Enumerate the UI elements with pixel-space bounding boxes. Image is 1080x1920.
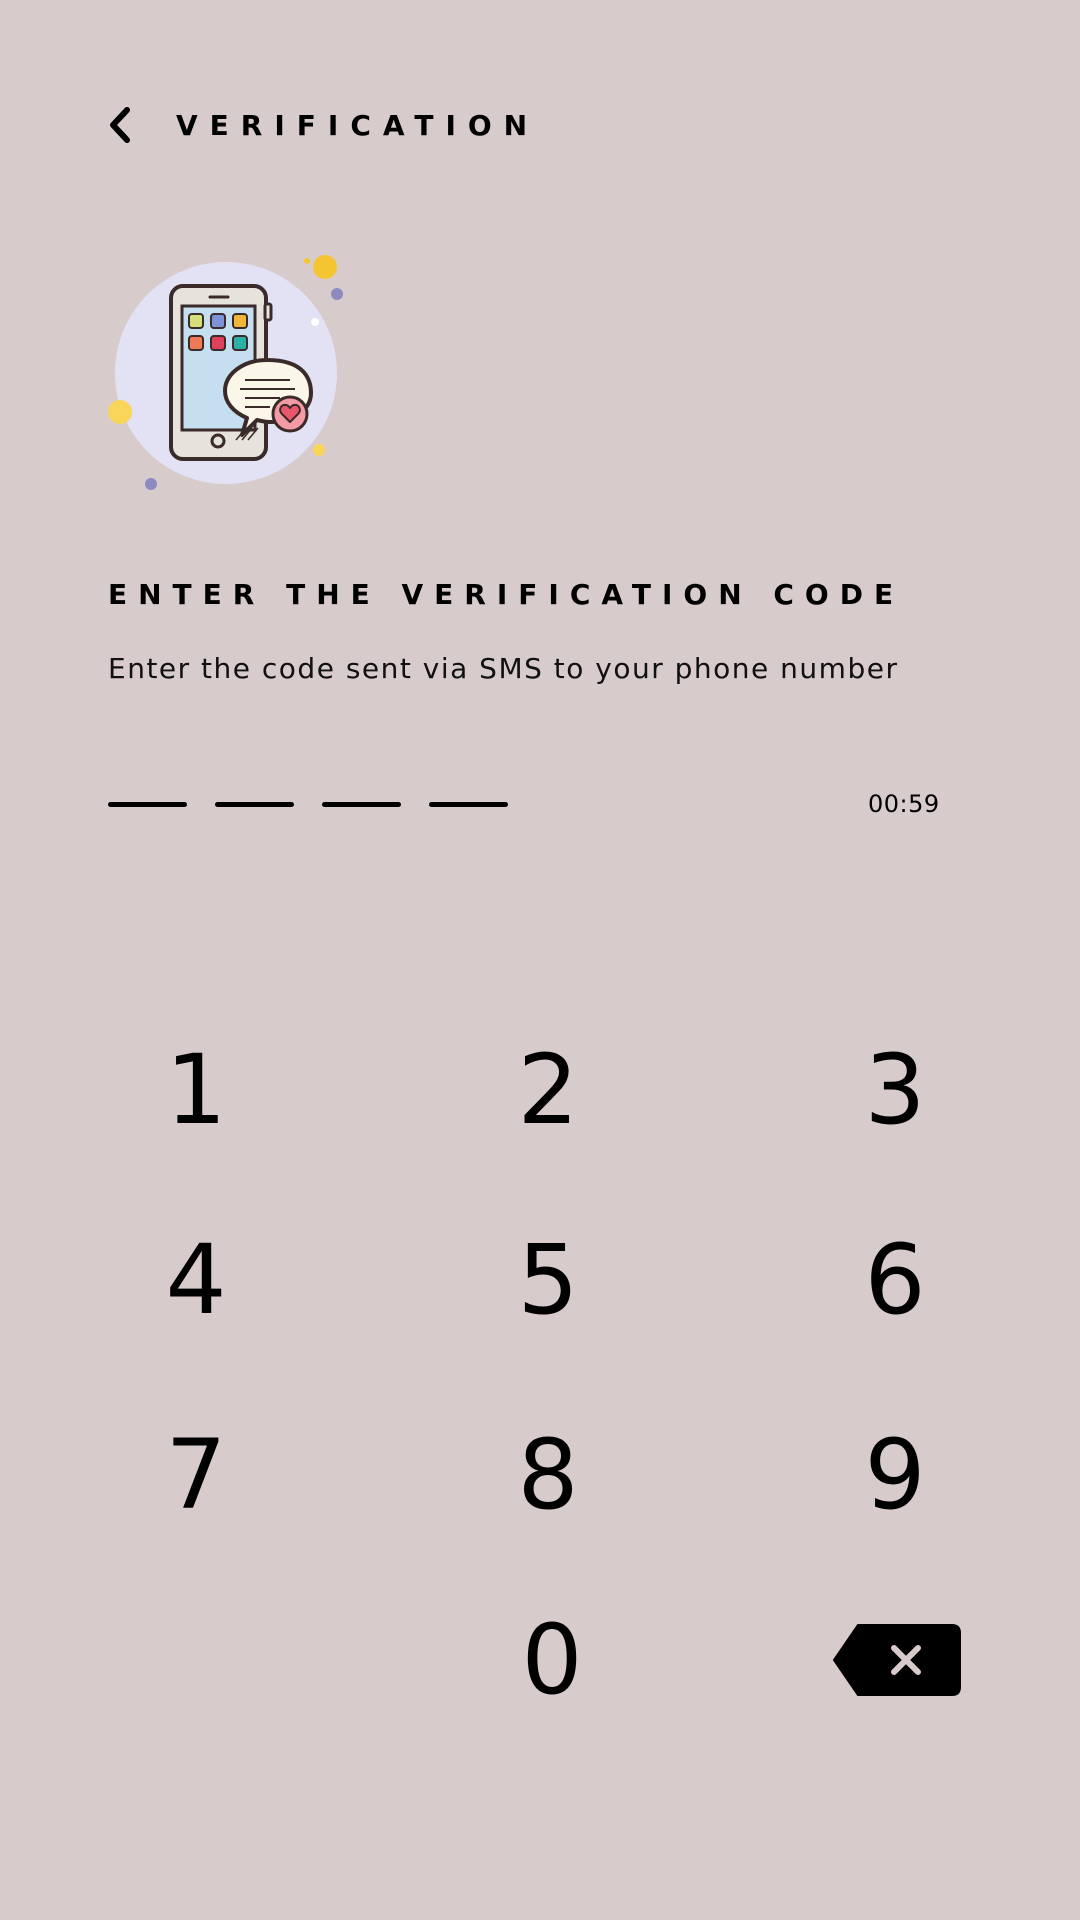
key-4[interactable]: 4 xyxy=(96,1200,296,1360)
code-digit-slot-2[interactable] xyxy=(215,802,294,807)
code-digit-slot-1[interactable] xyxy=(108,802,187,807)
key-3[interactable]: 3 xyxy=(795,1010,995,1170)
key-9[interactable]: 9 xyxy=(795,1395,995,1555)
phone-sms-illustration xyxy=(105,250,355,500)
code-input[interactable] xyxy=(108,802,508,807)
phone-message-icon xyxy=(108,255,343,490)
key-6[interactable]: 6 xyxy=(795,1200,995,1360)
page-title: VERIFICATION xyxy=(176,108,540,142)
header: VERIFICATION xyxy=(108,100,539,150)
backspace-button[interactable] xyxy=(797,1580,997,1740)
code-digit-slot-4[interactable] xyxy=(429,802,508,807)
key-8[interactable]: 8 xyxy=(448,1395,648,1555)
countdown-timer: 00:59 xyxy=(868,790,940,818)
backspace-icon xyxy=(833,1624,961,1696)
key-1[interactable]: 1 xyxy=(96,1010,296,1170)
code-digit-slot-3[interactable] xyxy=(322,802,401,807)
key-0[interactable]: 0 xyxy=(452,1580,652,1740)
key-7[interactable]: 7 xyxy=(96,1395,296,1555)
chevron-left-icon xyxy=(110,107,130,143)
key-5[interactable]: 5 xyxy=(448,1200,648,1360)
verification-instructions: Enter the code sent via SMS to your phon… xyxy=(108,652,899,685)
back-button[interactable] xyxy=(108,100,148,150)
key-2[interactable]: 2 xyxy=(448,1010,648,1170)
verification-heading: ENTER THE VERIFICATION CODE xyxy=(108,578,905,611)
